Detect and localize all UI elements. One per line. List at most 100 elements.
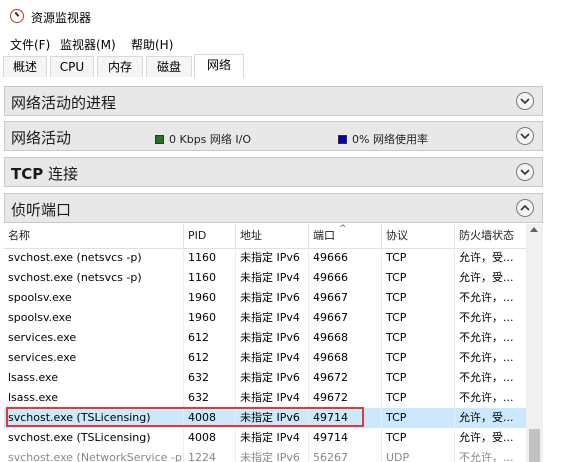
tab-memory[interactable]: 内存 bbox=[97, 56, 143, 77]
cell-firewall: 允许，受... bbox=[459, 251, 514, 264]
cell-firewall: 不允许，... bbox=[459, 371, 514, 384]
chevron-down-icon[interactable] bbox=[516, 92, 534, 110]
cell-name: services.exe bbox=[4, 328, 184, 348]
table-row[interactable]: svchost.exe (netsvcs -p) 1160 未指定 IPv4 4966… bbox=[4, 268, 526, 288]
cell-name: svchost.exe (netsvcs -p) bbox=[4, 248, 184, 268]
col-address[interactable]: 地址 bbox=[236, 224, 309, 248]
cell-address: 未指定 IPv6 bbox=[236, 248, 309, 268]
connections-label: 连接 bbox=[43, 165, 79, 183]
col-protocol[interactable]: 协议 bbox=[382, 224, 455, 248]
section-listening[interactable]: 侦听端口 bbox=[4, 193, 543, 223]
section-activity-title: 网络活动 bbox=[11, 129, 72, 147]
io-legend-square bbox=[155, 135, 164, 144]
network-io-label: 0 Kbps 网络 I/O bbox=[169, 133, 252, 146]
cell-protocol: TCP bbox=[382, 408, 455, 428]
cell-name: lsass.exe bbox=[4, 368, 184, 388]
resource-monitor-icon bbox=[10, 9, 24, 23]
table-header: 名称 PID 地址 端口 协议 防火墙状态 ^ bbox=[4, 224, 526, 249]
cell-address: 未指定 IPv4 bbox=[236, 388, 309, 408]
cell-address: 未指定 IPv4 bbox=[236, 428, 309, 448]
cell-address: 未指定 IPv4 bbox=[236, 268, 309, 288]
menu-help[interactable]: 帮助(H) bbox=[131, 36, 173, 53]
col-firewall[interactable]: 防火墙状态 bbox=[455, 224, 526, 248]
cell-protocol: TCP bbox=[382, 388, 455, 408]
menu-bar: 文件(F) 监视器(M) 帮助(H) bbox=[0, 34, 563, 54]
network-usage-indicator: 0% 网络使用率 bbox=[338, 131, 428, 147]
cell-address: 未指定 IPv6 bbox=[236, 448, 309, 462]
scroll-up-icon[interactable] bbox=[530, 227, 538, 232]
cell-pid: 1960 bbox=[184, 288, 236, 308]
cell-name: svchost.exe (TSLicensing) bbox=[4, 428, 184, 448]
cell-port: 49666 bbox=[309, 268, 382, 288]
cell-port: 49672 bbox=[309, 368, 382, 388]
cell-firewall: 不允许，... bbox=[459, 291, 514, 304]
chevron-down-icon[interactable] bbox=[516, 127, 534, 145]
cell-port: 56267 bbox=[309, 448, 382, 462]
table-row[interactable]: lsass.exe 632 未指定 IPv6 49672 TCP 不允许，... bbox=[4, 368, 526, 388]
cell-protocol: TCP bbox=[382, 268, 455, 288]
cell-name: svchost.exe (netsvcs -p) bbox=[4, 268, 184, 288]
tab-overview[interactable]: 概述 bbox=[3, 56, 47, 77]
cell-address: 未指定 IPv4 bbox=[236, 308, 309, 328]
tab-disk[interactable]: 磁盘 bbox=[146, 56, 192, 77]
cell-name: svchost.exe (NetworkService -p) bbox=[4, 448, 184, 462]
table-row[interactable]: services.exe 612 未指定 IPv6 49668 TCP 不允许，... bbox=[4, 328, 526, 348]
section-processes[interactable]: 网络活动的进程 bbox=[4, 86, 543, 116]
tab-bar: 概述 CPU 内存 磁盘 网络 bbox=[0, 54, 563, 79]
cell-name: spoolsv.exe bbox=[4, 288, 184, 308]
cell-pid: 612 bbox=[184, 328, 236, 348]
window-title: 资源监视器 bbox=[31, 11, 92, 25]
cell-protocol: UDP bbox=[382, 448, 455, 462]
table-row[interactable]: lsass.exe 632 未指定 IPv4 49672 TCP 不允许，... bbox=[4, 388, 526, 408]
section-tcp[interactable]: TCP 连接 bbox=[4, 157, 543, 187]
cell-protocol: TCP bbox=[382, 368, 455, 388]
table-row[interactable]: svchost.exe (NetworkService -p) 1224 未指定 I… bbox=[4, 448, 526, 462]
cell-firewall: 不允许，... bbox=[459, 311, 514, 324]
section-listening-title: 侦听端口 bbox=[11, 201, 72, 219]
menu-monitor[interactable]: 监视器(M) bbox=[60, 36, 116, 53]
section-processes-title: 网络活动的进程 bbox=[11, 94, 117, 112]
cell-name: services.exe bbox=[4, 348, 184, 368]
cell-name: spoolsv.exe bbox=[4, 308, 184, 328]
table-row[interactable]: spoolsv.exe 1960 未指定 IPv4 49667 TCP 不允许，... bbox=[4, 308, 526, 328]
cell-pid: 632 bbox=[184, 368, 236, 388]
tab-cpu[interactable]: CPU bbox=[50, 56, 94, 77]
cell-pid: 1160 bbox=[184, 268, 236, 288]
cell-firewall: 不允许，... bbox=[459, 351, 514, 364]
table-row[interactable]: spoolsv.exe 1960 未指定 IPv6 49667 TCP 不允许，... bbox=[4, 288, 526, 308]
col-name[interactable]: 名称 bbox=[4, 224, 184, 248]
table-row[interactable]: svchost.exe (netsvcs -p) 1160 未指定 IPv6 4966… bbox=[4, 248, 526, 268]
menu-file[interactable]: 文件(F) bbox=[10, 36, 50, 53]
cell-firewall: 允许，受... bbox=[459, 271, 514, 284]
chevron-down-icon[interactable] bbox=[516, 163, 534, 181]
network-io-indicator: 0 Kbps 网络 I/O bbox=[155, 131, 251, 147]
cell-port: 49668 bbox=[309, 328, 382, 348]
tcp-label: TCP bbox=[11, 165, 44, 183]
cell-port: 49667 bbox=[309, 288, 382, 308]
network-usage-label: 0% 网络使用率 bbox=[352, 133, 428, 146]
tab-network[interactable]: 网络 bbox=[194, 54, 244, 78]
cell-address: 未指定 IPv4 bbox=[236, 348, 309, 368]
table-row[interactable]: services.exe 612 未指定 IPv4 49668 TCP 不允许，... bbox=[4, 348, 526, 368]
col-pid[interactable]: PID bbox=[184, 224, 236, 248]
cell-firewall: 不允许，... bbox=[459, 331, 514, 344]
section-tcp-title: TCP 连接 bbox=[11, 163, 78, 184]
section-activity[interactable]: 网络活动 0 Kbps 网络 I/O 0% 网络使用率 bbox=[4, 121, 543, 151]
cell-port: 49672 bbox=[309, 388, 382, 408]
cell-protocol: TCP bbox=[382, 288, 455, 308]
cell-pid: 1224 bbox=[184, 448, 236, 462]
highlight-annotation bbox=[6, 407, 364, 427]
cell-address: 未指定 IPv6 bbox=[236, 288, 309, 308]
cell-address: 未指定 IPv6 bbox=[236, 368, 309, 388]
scroll-thumb[interactable] bbox=[529, 429, 540, 462]
cell-pid: 1160 bbox=[184, 248, 236, 268]
sort-ascending-icon: ^ bbox=[339, 224, 347, 234]
cell-firewall: 允许，受... bbox=[459, 411, 514, 424]
chevron-up-icon[interactable] bbox=[516, 199, 534, 217]
title-bar: 资源监视器 bbox=[0, 0, 563, 34]
cell-protocol: TCP bbox=[382, 308, 455, 328]
table-row[interactable]: svchost.exe (TSLicensing) 4008 未指定 IPv4 497… bbox=[4, 428, 526, 448]
cell-pid: 1960 bbox=[184, 308, 236, 328]
vertical-scrollbar[interactable] bbox=[526, 224, 543, 462]
cell-protocol: TCP bbox=[382, 248, 455, 268]
